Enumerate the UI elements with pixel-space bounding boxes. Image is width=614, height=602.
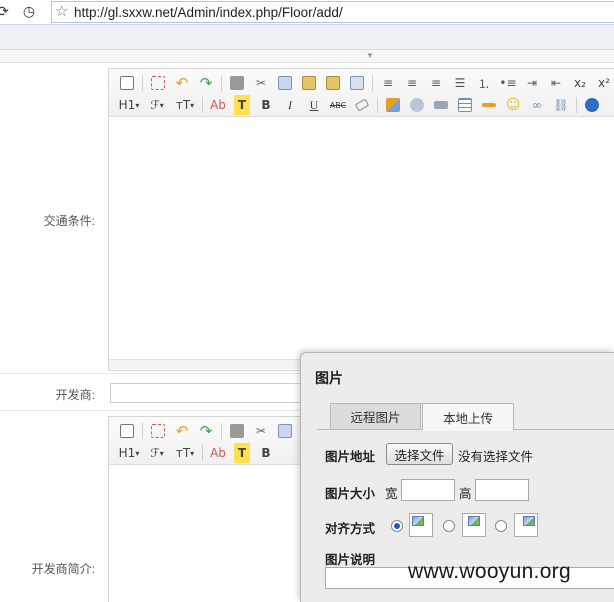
toolbar-row-2: H1 ▾ ℱ ▾ тT ▾ Ab T B I U ABC ☺ ∞ ⛓: [115, 94, 604, 116]
copy-icon[interactable]: [273, 73, 297, 93]
cut-icon[interactable]: ✂: [249, 421, 273, 441]
unlink-icon[interactable]: ⛓: [549, 95, 573, 115]
align-justify-icon[interactable]: ☰: [448, 73, 472, 93]
undo-icon[interactable]: ↶: [170, 73, 194, 93]
align-center-radio[interactable]: [443, 520, 455, 532]
chevron-down-icon: ▾: [135, 448, 140, 458]
font-family-dropdown[interactable]: ℱ ▾: [143, 95, 171, 115]
help-icon[interactable]: [580, 95, 604, 115]
bold-button[interactable]: B: [254, 95, 278, 115]
align-label: 对齐方式: [325, 522, 376, 536]
collapse-arrow-icon[interactable]: ▼: [366, 51, 374, 60]
height-label: 高: [459, 487, 472, 501]
page-header-strip: ▼: [0, 50, 614, 63]
eraser-icon[interactable]: [350, 95, 374, 115]
traffic-label: 交通条件:: [43, 214, 95, 228]
source-icon[interactable]: [115, 73, 139, 93]
image-address-label: 图片地址: [325, 450, 376, 464]
developer-label: 开发商:: [55, 388, 95, 402]
strike-button[interactable]: ABC: [326, 95, 350, 115]
no-file-text: 没有选择文件: [458, 450, 534, 464]
align-left-image-icon: [409, 513, 433, 537]
screen: ⟳ ◷ ☆ http://gl.sxxw.net/Admin/index.php…: [0, 0, 614, 602]
paste-text-icon[interactable]: [321, 73, 345, 93]
paste-word-icon[interactable]: [345, 73, 369, 93]
image-icon[interactable]: [381, 95, 405, 115]
media-icon[interactable]: [429, 95, 453, 115]
align-right-icon[interactable]: ≡: [424, 73, 448, 93]
chevron-down-icon: ▾: [135, 100, 140, 110]
emoticon-icon[interactable]: ☺: [501, 95, 525, 115]
table-icon[interactable]: [453, 95, 477, 115]
font-size-dropdown[interactable]: тT ▾: [171, 443, 199, 463]
ordered-list-icon[interactable]: ⒈: [472, 73, 496, 93]
paste-icon[interactable]: [297, 73, 321, 93]
chevron-down-icon: ▾: [159, 448, 164, 458]
italic-button[interactable]: I: [278, 95, 302, 115]
align-left-icon[interactable]: ≡: [376, 73, 400, 93]
redo-icon[interactable]: ↷: [194, 421, 218, 441]
align-right-image-icon: [514, 513, 538, 537]
fullscreen-icon[interactable]: [146, 73, 170, 93]
traffic-editor[interactable]: ↶ ↷ ✂ ≡ ≡ ≡ ☰ ⒈ •≡ ⇥ ⇤ x₂ x² H1 ▾ ℱ ▾ тT…: [108, 68, 614, 371]
forecolor-button[interactable]: Ab: [206, 443, 230, 463]
history-icon[interactable]: ◷: [20, 3, 38, 21]
font-family-dropdown[interactable]: ℱ ▾: [143, 443, 171, 463]
toolbar-row-1: ↶ ↷ ✂ ≡ ≡ ≡ ☰ ⒈ •≡ ⇥ ⇤ x₂ x²: [115, 72, 614, 94]
align-left-radio[interactable]: [391, 520, 403, 532]
width-input[interactable]: [401, 479, 455, 501]
print-icon[interactable]: [225, 73, 249, 93]
forecolor-button[interactable]: Ab: [206, 95, 230, 115]
dialog-title: 图片: [315, 370, 343, 386]
redo-icon[interactable]: ↷: [194, 73, 218, 93]
chevron-down-icon: ▾: [190, 100, 195, 110]
watermark: www.wooyun.org: [408, 560, 571, 583]
editor-content-area[interactable]: [109, 117, 614, 359]
editor-toolbar: ↶ ↷ ✂ ≡ ≡ ≡ ☰ ⒈ •≡ ⇥ ⇤ x₂ x² H1 ▾ ℱ ▾ тT…: [109, 69, 614, 117]
height-input[interactable]: [475, 479, 529, 501]
subscript-button[interactable]: x₂: [568, 73, 592, 93]
reload-icon[interactable]: ⟳: [0, 3, 12, 21]
hr-icon[interactable]: [477, 95, 501, 115]
undo-icon[interactable]: ↶: [170, 421, 194, 441]
align-center-icon[interactable]: ≡: [400, 73, 424, 93]
chevron-down-icon: ▾: [190, 448, 195, 458]
fullscreen-icon[interactable]: [146, 421, 170, 441]
image-size-label: 图片大小: [325, 487, 376, 501]
cut-icon[interactable]: ✂: [249, 73, 273, 93]
font-size-dropdown[interactable]: тT ▾: [171, 95, 199, 115]
source-icon[interactable]: [115, 421, 139, 441]
tab-local-upload[interactable]: 本地上传: [422, 403, 514, 431]
width-label: 宽: [385, 487, 398, 501]
image-description-label: 图片说明: [325, 553, 376, 567]
toolbar-row-1: ↶ ↷ ✂: [115, 420, 297, 442]
toolbar-row-2: H1 ▾ ℱ ▾ тT ▾ Ab T B: [115, 442, 278, 464]
print-icon[interactable]: [225, 421, 249, 441]
heading-dropdown[interactable]: H1 ▾: [115, 95, 143, 115]
copy-icon[interactable]: [273, 421, 297, 441]
link-icon[interactable]: ∞: [525, 95, 549, 115]
indent-icon[interactable]: ⇥: [520, 73, 544, 93]
flash-icon[interactable]: [405, 95, 429, 115]
choose-file-button[interactable]: 选择文件: [386, 443, 453, 465]
underline-button[interactable]: U: [302, 95, 326, 115]
tab-remote-image[interactable]: 远程图片: [330, 403, 421, 430]
chevron-down-icon: ▾: [159, 100, 164, 110]
outdent-icon[interactable]: ⇤: [544, 73, 568, 93]
browser-bar: ⟳ ◷ ☆ http://gl.sxxw.net/Admin/index.php…: [0, 0, 614, 25]
address-url[interactable]: http://gl.sxxw.net/Admin/index.php/Floor…: [74, 5, 343, 20]
align-center-image-icon: [462, 513, 486, 537]
unordered-list-icon[interactable]: •≡: [496, 73, 520, 93]
browser-toolbar: [0, 25, 614, 50]
backcolor-button[interactable]: T: [234, 443, 250, 463]
bold-button[interactable]: B: [254, 443, 278, 463]
superscript-button[interactable]: x²: [592, 73, 614, 93]
align-right-radio[interactable]: [495, 520, 507, 532]
heading-dropdown[interactable]: H1 ▾: [115, 443, 143, 463]
developer-intro-label: 开发商简介:: [31, 562, 95, 576]
address-bar[interactable]: ☆ http://gl.sxxw.net/Admin/index.php/Flo…: [51, 1, 614, 23]
bookmark-star-icon[interactable]: ☆: [55, 2, 68, 20]
backcolor-button[interactable]: T: [234, 95, 250, 115]
